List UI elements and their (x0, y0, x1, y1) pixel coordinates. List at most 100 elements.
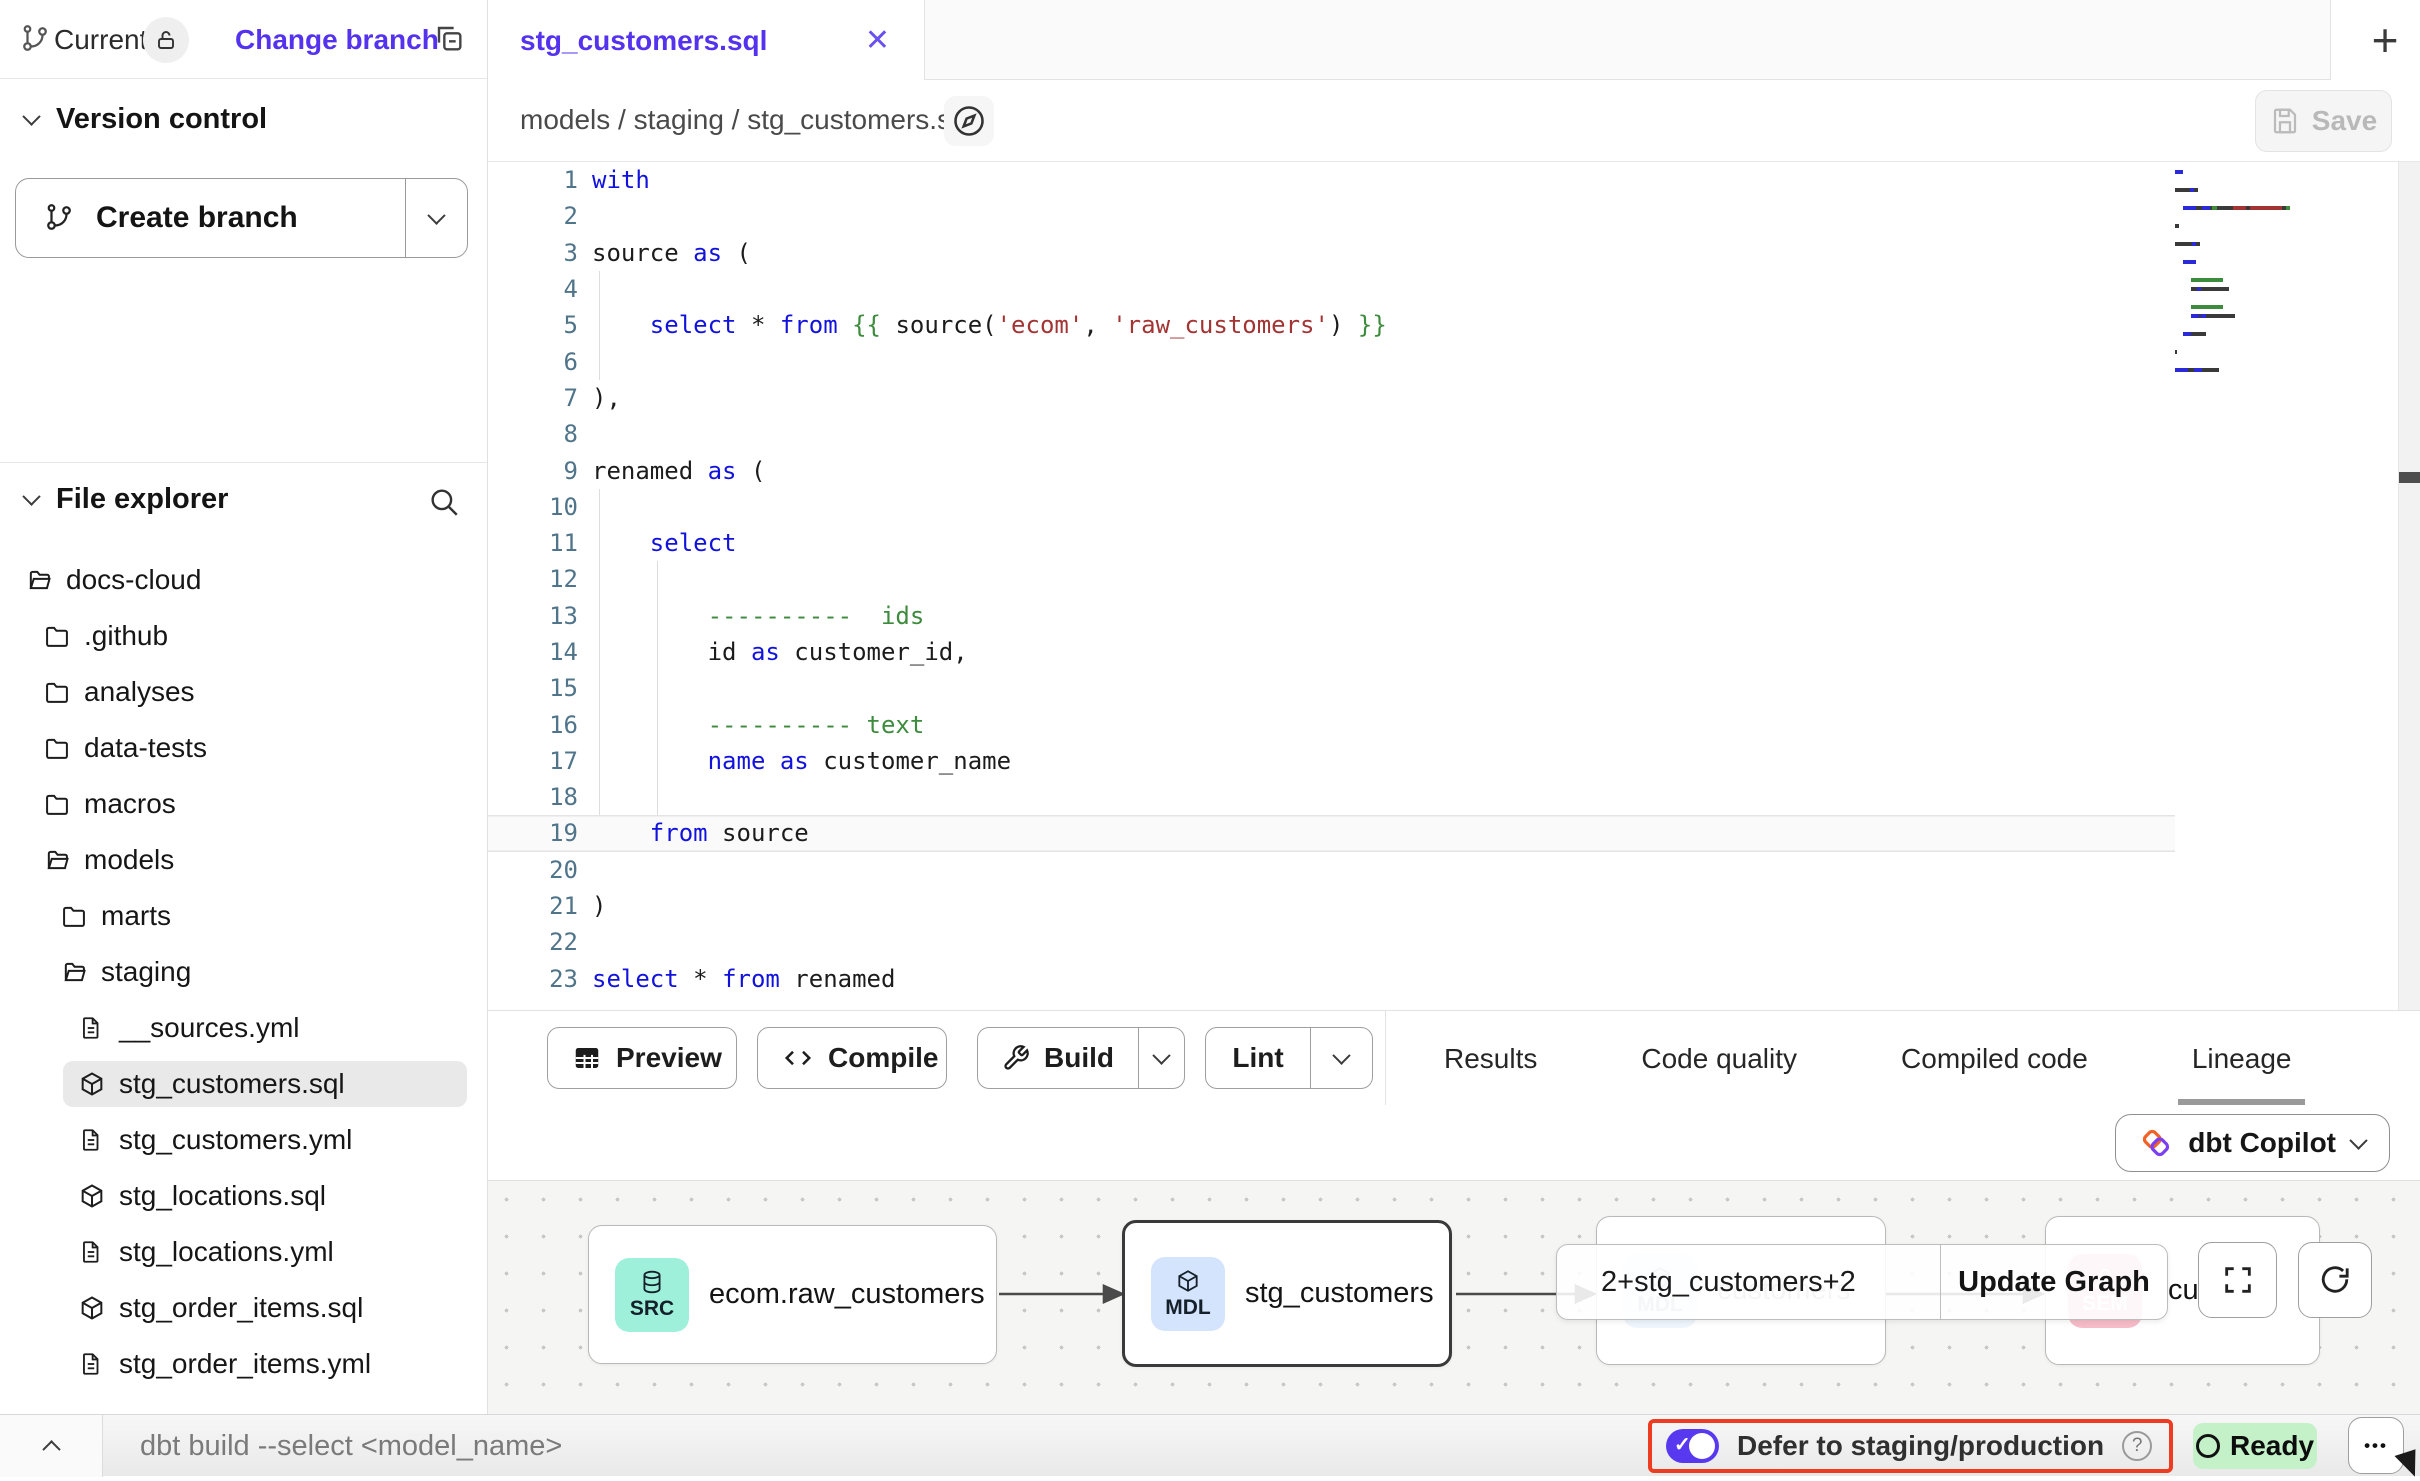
code-line[interactable]: 19 from source (488, 815, 2175, 851)
code-line[interactable]: 9renamed as ( (488, 452, 2420, 488)
tree-item-stg_order_items.yml[interactable]: stg_order_items.yml (0, 1336, 487, 1392)
tree-item-marts[interactable]: marts (0, 888, 487, 944)
code-text: name as customer_name (592, 747, 1011, 775)
open-in-lineage-button[interactable] (944, 96, 994, 146)
save-icon (2270, 106, 2300, 136)
build-dropdown[interactable] (1138, 1028, 1184, 1088)
tree-item-macros[interactable]: macros (0, 776, 487, 832)
code-line[interactable]: 17 name as customer_name (488, 743, 2420, 779)
tree-item-docs-cloud[interactable]: docs-cloud (0, 552, 487, 608)
cube-icon (1175, 1268, 1201, 1294)
tree-item-staging[interactable]: staging (0, 944, 487, 1000)
tree-item-data-tests[interactable]: data-tests (0, 720, 487, 776)
code-line[interactable]: 1with (488, 162, 2420, 198)
minimap[interactable] (2175, 170, 2303, 385)
compile-button[interactable]: Compile (757, 1027, 947, 1089)
lineage-node-stg-customers[interactable]: MDL stg_customers (1122, 1220, 1452, 1367)
defer-toggle[interactable]: ✓ (1666, 1429, 1719, 1463)
new-tab-button[interactable]: + (2356, 12, 2414, 68)
tree-item-stg_locations.yml[interactable]: stg_locations.yml (0, 1224, 487, 1280)
lineage-canvas[interactable]: MDL customers SEM cus SRC ecom.raw_custo… (488, 1180, 2420, 1414)
lint-button[interactable]: Lint (1205, 1027, 1373, 1089)
refresh-icon (2318, 1263, 2352, 1297)
code-line[interactable]: 4 (488, 271, 2420, 307)
dbt-copilot-button[interactable]: dbt Copilot (2115, 1114, 2390, 1172)
code-line[interactable]: 13 ---------- ids (488, 598, 2420, 634)
scrollbar-thumb[interactable] (2399, 472, 2420, 483)
tab-compiled-code[interactable]: Compiled code (1901, 1011, 2088, 1106)
code-line[interactable]: 15 (488, 670, 2420, 706)
update-graph-button[interactable]: Update Graph (1941, 1245, 2167, 1319)
plus-icon: + (2372, 13, 2399, 67)
tree-item-label: stg_order_items.yml (119, 1348, 371, 1380)
tab-stg-customers-sql[interactable]: stg_customers.sql ✕ (488, 0, 925, 81)
line-number: 5 (488, 311, 592, 339)
tree-item-analyses[interactable]: analyses (0, 664, 487, 720)
line-number: 16 (488, 711, 592, 739)
code-line[interactable]: 16 ---------- text (488, 706, 2420, 742)
lineage-node-source[interactable]: SRC ecom.raw_customers (588, 1225, 997, 1364)
create-branch-button[interactable]: Create branch (15, 178, 468, 258)
tree-item-stg_order_items.sql[interactable]: stg_order_items.sql (0, 1280, 487, 1336)
code-line[interactable]: 3source as ( (488, 235, 2420, 271)
line-number: 11 (488, 529, 592, 557)
code-line[interactable]: 21) (488, 888, 2420, 924)
code-line[interactable]: 18 (488, 779, 2420, 815)
build-button[interactable]: Build (977, 1027, 1185, 1089)
change-branch-link[interactable]: Change branch (235, 24, 439, 56)
command-input[interactable]: dbt build --select <model_name> (140, 1415, 562, 1477)
code-line[interactable]: 6 (488, 343, 2420, 379)
tree-item-stg_customers.yml[interactable]: stg_customers.yml (0, 1112, 487, 1168)
create-branch-dropdown[interactable] (406, 179, 467, 257)
lineage-selector-input[interactable]: 2+stg_customers+2 (1557, 1245, 1941, 1319)
preview-button[interactable]: Preview (547, 1027, 737, 1089)
collapse-panel-button[interactable] (0, 1415, 103, 1477)
code-line[interactable]: 5 select * from {{ source('ecom', 'raw_c… (488, 307, 2420, 343)
code-line[interactable]: 12 (488, 561, 2420, 597)
line-number: 7 (488, 384, 592, 412)
file-icon (78, 1238, 106, 1266)
fullscreen-icon (2221, 1263, 2255, 1297)
file-explorer-section-header[interactable]: File explorer (0, 483, 228, 516)
tab-lineage[interactable]: Lineage (2192, 1011, 2292, 1106)
code-line[interactable]: 10 (488, 489, 2420, 525)
copy-icon[interactable] (433, 22, 465, 54)
tree-item-__sources.yml[interactable]: __sources.yml (0, 1000, 487, 1056)
code-line[interactable]: 23select * from renamed (488, 961, 2420, 997)
code-line[interactable]: 7), (488, 380, 2420, 416)
tree-item-stg_customers.sql[interactable]: stg_customers.sql (0, 1056, 487, 1112)
close-icon[interactable]: ✕ (865, 23, 890, 58)
code-text: ), (592, 384, 621, 412)
code-line[interactable]: 20 (488, 852, 2420, 888)
code-line[interactable]: 8 (488, 416, 2420, 452)
code-text: with (592, 166, 650, 194)
line-number: 3 (488, 239, 592, 267)
more-options-button[interactable]: ••• (2348, 1417, 2404, 1474)
line-number: 23 (488, 965, 592, 993)
search-icon[interactable] (427, 485, 461, 519)
tab-results[interactable]: Results (1444, 1011, 1537, 1106)
tree-item-label: models (84, 844, 174, 876)
lint-dropdown[interactable] (1310, 1028, 1372, 1088)
version-control-section-header[interactable]: Version control (0, 103, 267, 136)
defer-label: Defer to staging/production (1737, 1430, 2104, 1462)
refresh-button[interactable] (2298, 1242, 2372, 1318)
code-line[interactable]: 22 (488, 924, 2420, 960)
tab-code-quality[interactable]: Code quality (1641, 1011, 1797, 1106)
tree-item-.github[interactable]: .github (0, 608, 487, 664)
file-icon (78, 1014, 106, 1042)
file-tree: docs-cloud.githubanalysesdata-testsmacro… (0, 552, 487, 1392)
tree-item-models[interactable]: models (0, 832, 487, 888)
code-line[interactable]: 11 select (488, 525, 2420, 561)
editor-scrollbar[interactable] (2398, 162, 2420, 1010)
fullscreen-button[interactable] (2198, 1242, 2277, 1318)
line-number: 4 (488, 275, 592, 303)
code-line[interactable]: 2 (488, 198, 2420, 234)
save-button[interactable]: Save (2255, 90, 2392, 152)
tree-item-label: stg_locations.yml (119, 1236, 334, 1268)
tree-item-stg_locations.sql[interactable]: stg_locations.sql (0, 1168, 487, 1224)
code-editor[interactable]: 1with23source as ( 4 5 select * from {{ so… (488, 162, 2420, 1010)
code-line[interactable]: 14 id as customer_id, (488, 634, 2420, 670)
lint-label: Lint (1232, 1042, 1283, 1074)
help-icon[interactable]: ? (2122, 1431, 2152, 1461)
